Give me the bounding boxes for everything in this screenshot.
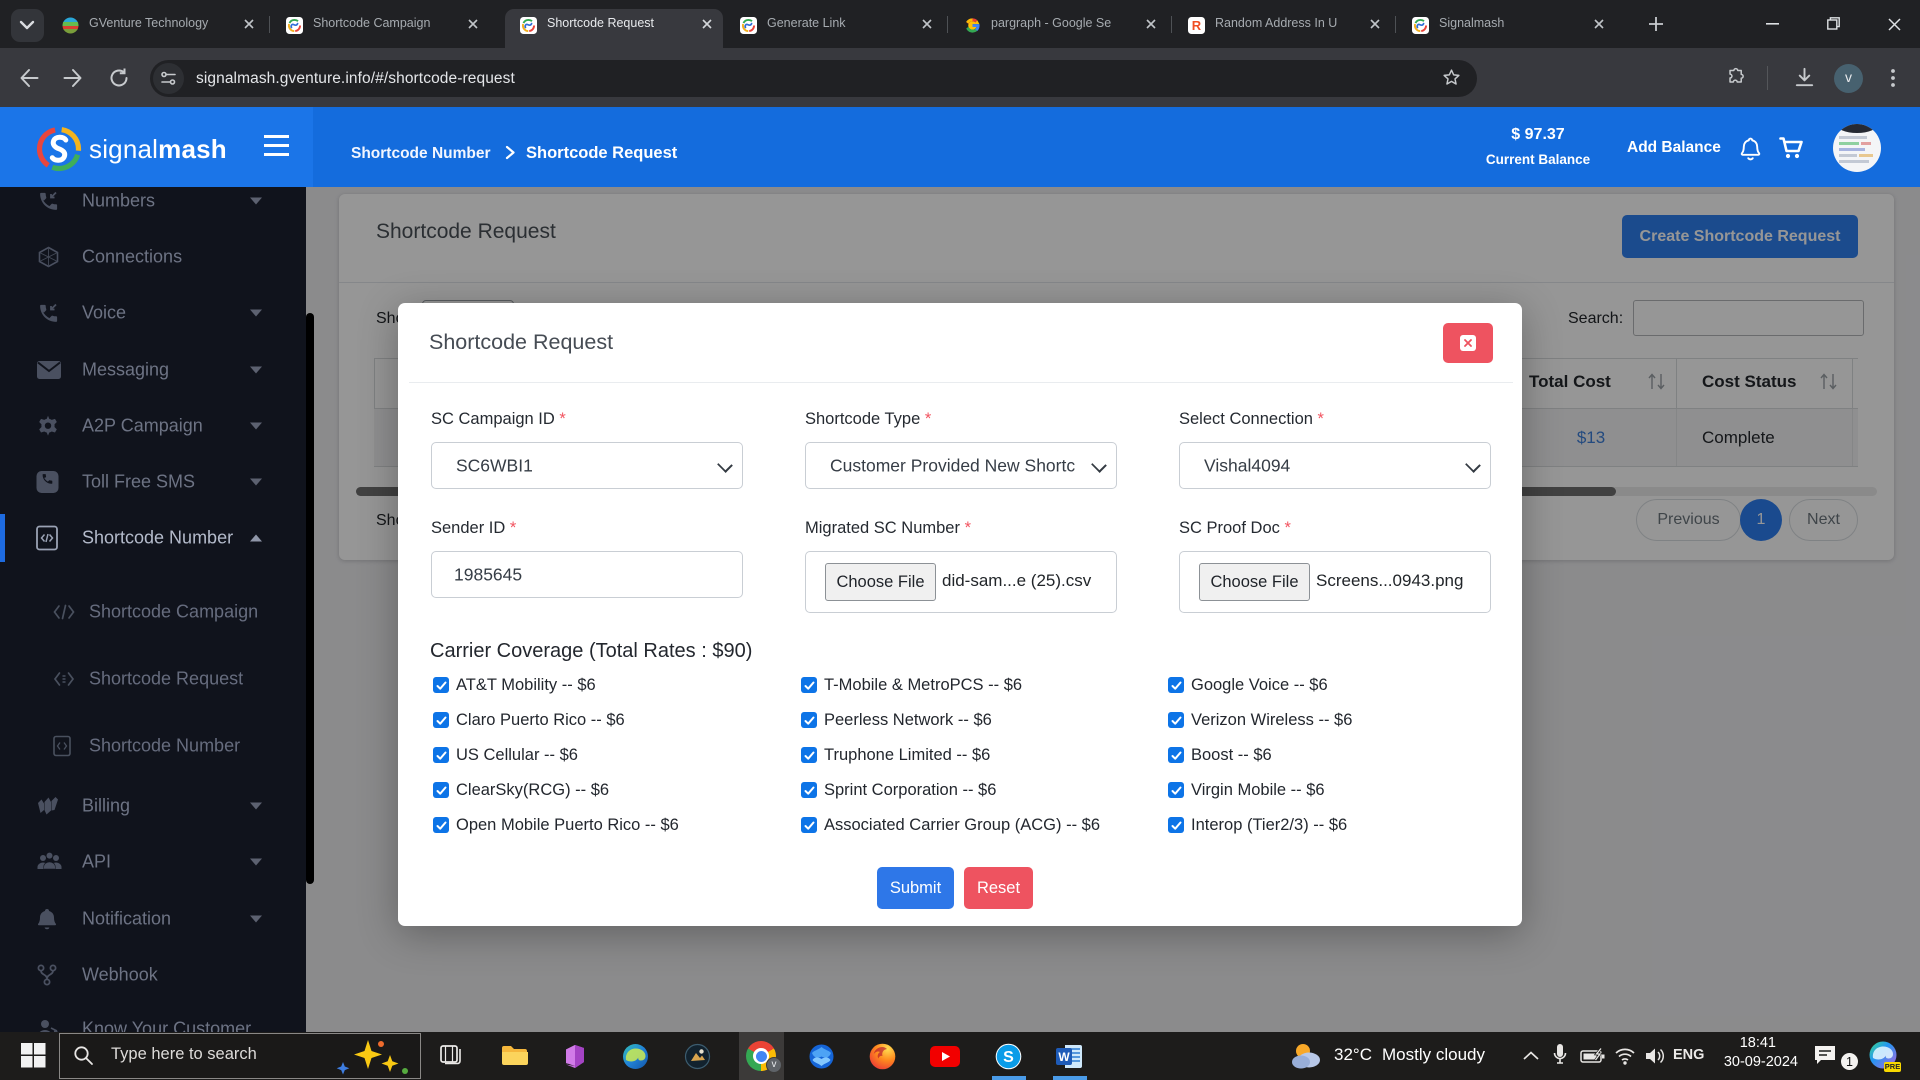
svg-text:S: S — [1003, 1049, 1014, 1066]
svg-text:R: R — [1192, 18, 1202, 33]
svg-text:W: W — [1058, 1050, 1070, 1064]
